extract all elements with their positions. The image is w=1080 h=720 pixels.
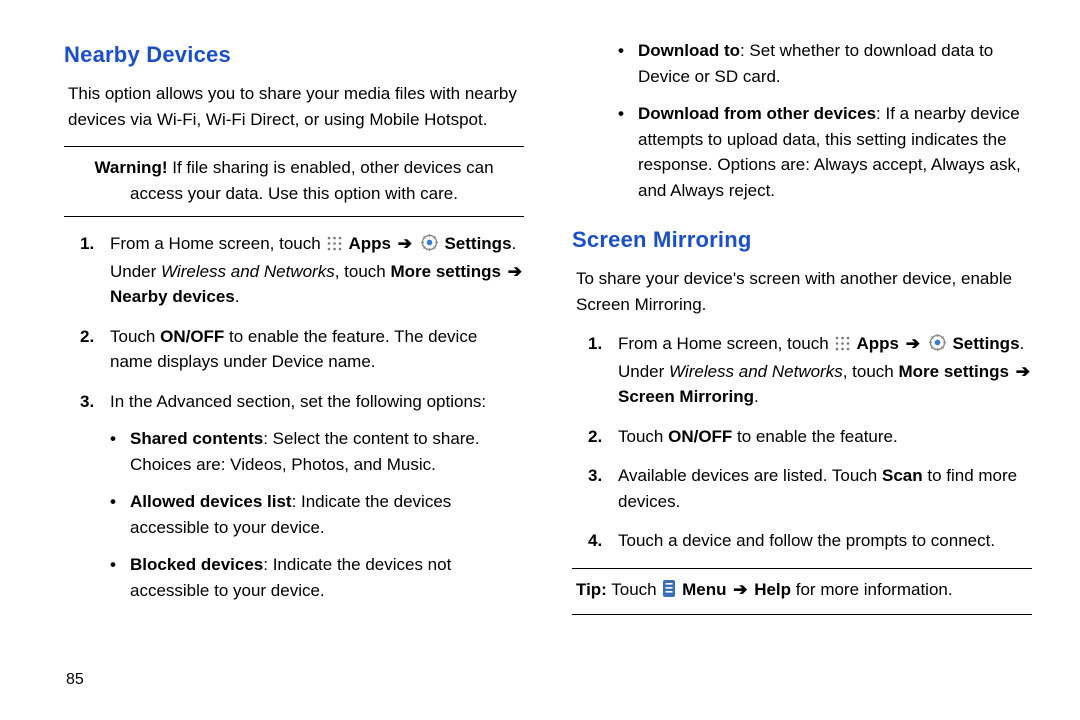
divider: [64, 146, 524, 147]
heading-screen-mirroring: Screen Mirroring: [572, 223, 1032, 256]
step-1: From a Home screen, touch Apps ➔ Setting…: [64, 231, 524, 310]
warning-block: Warning! If file sharing is enabled, oth…: [64, 155, 524, 206]
arrow-icon: ➔: [506, 262, 524, 281]
arrow-icon: ➔: [904, 334, 922, 353]
intro-nearby: This option allows you to share your med…: [68, 81, 524, 132]
step-2: Touch ON/OFF to enable the feature. The …: [64, 324, 524, 375]
right-column: Download to: Set whether to download dat…: [572, 38, 1032, 690]
step-4: Touch a device and follow the prompts to…: [572, 528, 1032, 554]
list-item: Download from other devices: If a nearby…: [618, 101, 1032, 203]
warning-text: If file sharing is enabled, other device…: [130, 158, 493, 203]
apps-icon: [327, 233, 342, 259]
steps-nearby: From a Home screen, touch Apps ➔ Setting…: [64, 231, 524, 603]
warning-label: Warning!: [94, 158, 167, 177]
settings-icon: [421, 233, 438, 259]
arrow-icon: ➔: [731, 580, 749, 599]
intro-mirroring: To share your device's screen with anoth…: [576, 266, 1032, 317]
settings-icon: [929, 333, 946, 359]
tip-block: Tip: Touch Menu ➔ Help for more informat…: [572, 577, 1032, 605]
tip-label: Tip:: [576, 580, 607, 599]
steps-mirroring: From a Home screen, touch Apps ➔ Setting…: [572, 331, 1032, 554]
list-item: Download to: Set whether to download dat…: [618, 38, 1032, 89]
step-3: Available devices are listed. Touch Scan…: [572, 463, 1032, 514]
options-list: Shared contents: Select the content to s…: [110, 426, 524, 603]
arrow-icon: ➔: [396, 234, 414, 253]
apps-icon: [835, 333, 850, 359]
heading-nearby-devices: Nearby Devices: [64, 38, 524, 71]
left-column: Nearby Devices This option allows you to…: [64, 38, 524, 690]
list-item: Allowed devices list: Indicate the devic…: [110, 489, 524, 540]
step-1: From a Home screen, touch Apps ➔ Setting…: [572, 331, 1032, 410]
options-list-continued: Download to: Set whether to download dat…: [572, 38, 1032, 203]
divider: [572, 568, 1032, 569]
list-item: Shared contents: Select the content to s…: [110, 426, 524, 477]
list-item: Blocked devices: Indicate the devices no…: [110, 552, 524, 603]
step-3: In the Advanced section, set the followi…: [64, 389, 524, 604]
page-number: 85: [66, 668, 84, 692]
divider: [572, 614, 1032, 615]
step-2: Touch ON/OFF to enable the feature.: [572, 424, 1032, 450]
menu-icon: [663, 579, 675, 605]
divider: [64, 216, 524, 217]
arrow-icon: ➔: [1014, 362, 1032, 381]
